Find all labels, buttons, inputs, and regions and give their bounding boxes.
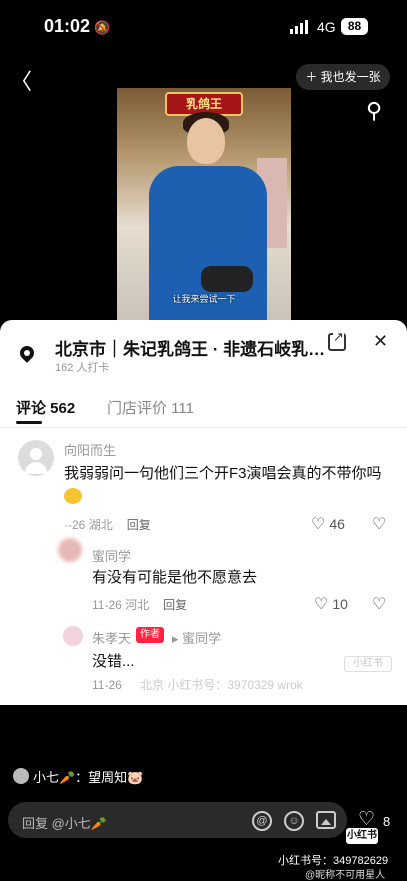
author-badge: 作者 xyxy=(136,627,164,643)
reply-button[interactable]: 回复 xyxy=(163,598,187,612)
network-label: 4G xyxy=(317,19,336,35)
battery-icon: 88 xyxy=(341,18,368,35)
reply-button[interactable]: 回复 xyxy=(127,518,151,532)
bell-muted-icon: 🔕 xyxy=(94,20,111,35)
comment-text: 我弱弱问一句他们三个开F3演唱会真的不带你吗 xyxy=(64,462,386,510)
close-icon[interactable]: ✕ xyxy=(373,331,388,352)
avatar[interactable] xyxy=(18,440,54,476)
reply-placeholder: 回复 @小七🥕 xyxy=(22,816,107,831)
reply-to-user[interactable]: ▸ 蜜同学 xyxy=(172,628,221,647)
crying-emoji-icon xyxy=(64,488,82,504)
signal-icon xyxy=(290,20,308,34)
checkin-count: 162 人打卡 xyxy=(55,362,110,374)
comment-meta: ·-26 湖北 回复 xyxy=(64,518,151,532)
comment-text: 没错... xyxy=(92,653,135,670)
like-button[interactable]: ♡ 10 xyxy=(314,594,348,614)
tab-store-reviews[interactable]: 门店评价 111 xyxy=(107,397,194,418)
avatar[interactable] xyxy=(63,626,83,646)
heart-icon: ♡ xyxy=(314,596,329,613)
person-bag xyxy=(201,266,253,292)
watermark-tag: 小红书 xyxy=(344,656,392,672)
post-photo[interactable]: 乳鸽王 让我来尝试一下 xyxy=(117,88,291,320)
post-also-button[interactable]: ＋ 我也发一张 xyxy=(296,64,390,90)
tab-comments[interactable]: 评论 562 xyxy=(16,397,75,418)
at-mention-icon[interactable]: @ xyxy=(252,811,272,831)
person-head xyxy=(187,118,225,164)
reply-context-text: 小七🥕：望周知🐷 xyxy=(33,770,144,785)
watermark: 北京 小红书号：3970329 wrok xyxy=(140,678,303,692)
location-pin-icon xyxy=(17,343,37,363)
avatar xyxy=(13,768,29,784)
emoji-icon[interactable]: ☺ xyxy=(284,811,304,831)
share-icon[interactable] xyxy=(328,329,346,351)
search-icon[interactable]: ⚲ xyxy=(366,98,382,124)
back-icon[interactable]: 〈 xyxy=(10,64,32,96)
comment-username[interactable]: 朱孝天 xyxy=(92,628,131,647)
dislike-heart-icon[interactable]: ♡ xyxy=(372,514,386,534)
comment-meta: 11-26 xyxy=(92,678,122,692)
avatar[interactable] xyxy=(58,538,82,562)
comment-text: 有没有可能是他不愿意去 xyxy=(92,569,258,586)
tab-indicator xyxy=(16,421,42,424)
dislike-heart-icon[interactable]: ♡ xyxy=(372,594,386,614)
comment-username[interactable]: 蜜同学 xyxy=(92,546,131,565)
image-icon[interactable] xyxy=(316,811,336,829)
xiaohongshu-logo: 小红书 xyxy=(346,828,378,844)
status-time: 01:02 xyxy=(44,16,91,36)
heart-icon: ♡ xyxy=(311,516,326,533)
video-subtitle: 让我来尝试一下 xyxy=(172,294,236,304)
comment-sheet: 北京市｜朱记乳鸽王 · 非遗石岐乳… 162 人打卡 ✕ 评论 562 门店评价… xyxy=(0,320,407,705)
comment-meta: 11-26 河北 回复 xyxy=(92,598,188,612)
comment-username[interactable]: 向阳而生 xyxy=(64,440,116,459)
divider xyxy=(0,427,407,428)
like-count: 8 xyxy=(383,814,391,829)
like-button[interactable]: ♡ 46 xyxy=(311,514,345,534)
location-title[interactable]: 北京市｜朱记乳鸽王 · 非遗石岐乳… xyxy=(55,335,325,360)
